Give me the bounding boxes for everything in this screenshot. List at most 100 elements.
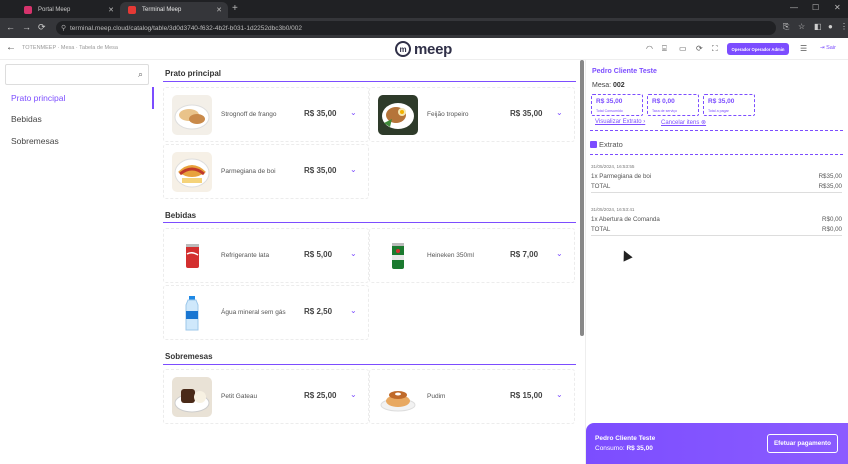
profile-icon[interactable]: ● <box>828 22 833 31</box>
breadcrumb: TOTENMEEP · Mesa · Tabela de Mesa <box>22 45 118 51</box>
cancel-items-link[interactable]: Cancelar itens ⊗ <box>661 119 706 126</box>
logo-text: meep <box>414 40 452 58</box>
view-statement-link[interactable]: Visualizar Extrato › <box>595 119 645 125</box>
tab-portal-meep[interactable]: Portal Meep ✕ <box>16 2 120 18</box>
product-name: Feijão tropeiro <box>427 111 469 118</box>
statement-title: Extrato <box>599 140 623 149</box>
product-card[interactable]: Refrigerante lata R$ 5,00 ⌄ <box>163 228 369 283</box>
product-card[interactable]: Pudim R$ 15,00 ⌄ <box>369 369 575 424</box>
search-input[interactable]: ⌕ <box>5 64 149 85</box>
fullscreen-icon[interactable]: ⛶ <box>712 44 718 54</box>
meep-logo: m meep <box>395 40 452 58</box>
chevron-down-icon[interactable]: ⌄ <box>350 249 357 258</box>
product-card[interactable]: Água mineral sem gás R$ 2,50 ⌄ <box>163 285 369 340</box>
cancel-items-label: Cancelar itens <box>661 120 700 126</box>
menu-icon[interactable]: ☰ <box>800 44 807 53</box>
product-price: R$ 35,00 <box>510 109 543 118</box>
chevron-down-icon[interactable]: ⌄ <box>556 390 563 399</box>
exit-button[interactable]: ⇥ Sair <box>820 45 836 51</box>
product-card[interactable]: Parmegiana de boi R$ 35,00 ⌄ <box>163 144 369 199</box>
entry-total-label: TOTAL <box>591 183 611 190</box>
client-name: Pedro Cliente Teste <box>592 68 657 75</box>
strognoff-image <box>172 95 212 135</box>
forward-icon[interactable]: → <box>22 22 31 32</box>
translate-icon[interactable]: ⎘ <box>783 22 789 32</box>
operator-button[interactable]: Operador Operador Admin <box>727 43 789 55</box>
menu-scrollbar[interactable] <box>580 60 584 336</box>
chrome-menu-icon[interactable]: ⋮ <box>840 22 848 31</box>
consumption-value: R$ 35,00 <box>626 445 653 452</box>
entry-total-label: TOTAL <box>591 226 611 233</box>
print-icon[interactable]: ▭ <box>679 44 687 53</box>
chevron-down-icon[interactable]: ⌄ <box>556 108 563 117</box>
section-title-prato-principal: Prato principal <box>165 69 222 78</box>
bookmark-star-icon[interactable]: ☆ <box>798 22 805 31</box>
entry-total: R$35,00 <box>818 183 842 190</box>
product-name: Heineken 350ml <box>427 252 474 259</box>
entry-item: 1x Abertura de Comanda <box>591 216 660 223</box>
summary-value: R$ 0,00 <box>652 98 675 105</box>
product-name: Petit Gateau <box>221 393 258 400</box>
summary-value: R$ 35,00 <box>708 98 735 105</box>
entry-amount: R$0,00 <box>822 216 842 223</box>
app-header: ← TOTENMEEP · Mesa · Tabela de Mesa m me… <box>0 38 848 60</box>
extensions-icon[interactable]: ◧ <box>814 22 822 31</box>
category-sidebar: ⌕ Prato principal Bebidas Sobremesas <box>0 60 157 464</box>
site-info-icon[interactable]: ⚲ <box>61 24 66 32</box>
summary-value: R$ 35,00 <box>596 98 623 105</box>
maximize-icon[interactable]: ☐ <box>812 3 819 12</box>
payment-bar: Pedro Cliente Teste Consumo: R$ 35,00 Ef… <box>586 423 848 464</box>
sidebar-item-prato-principal[interactable]: Prato principal <box>11 93 65 103</box>
sidebar-item-sobremesas[interactable]: Sobremesas <box>11 136 59 146</box>
tab-terminal-meep[interactable]: Terminal Meep ✕ <box>120 2 228 18</box>
refrigerante-image <box>172 236 212 276</box>
petit-gateau-image <box>172 377 212 417</box>
product-card[interactable]: Heineken 350ml R$ 7,00 ⌄ <box>369 228 575 283</box>
payment-client-name: Pedro Cliente Teste <box>595 435 656 442</box>
chevron-down-icon[interactable]: ⌄ <box>350 306 357 315</box>
service-fee-box: R$ 0,00 Taxa de serviço <box>647 94 699 116</box>
product-price: R$ 2,50 <box>304 307 333 316</box>
section-title-sobremesas: Sobremesas <box>165 352 213 361</box>
active-indicator <box>152 87 154 109</box>
product-card[interactable]: Petit Gateau R$ 25,00 ⌄ <box>163 369 369 424</box>
minimize-icon[interactable]: — <box>790 3 798 12</box>
table-info: Mesa: 002 <box>592 82 625 89</box>
parmegiana-image <box>172 152 212 192</box>
chevron-down-icon[interactable]: ⌄ <box>556 249 563 258</box>
summary-label: Total Consumido <box>596 109 623 113</box>
chevron-down-icon[interactable]: ⌄ <box>350 165 357 174</box>
product-price: R$ 15,00 <box>510 391 543 400</box>
close-window-icon[interactable]: ✕ <box>834 3 841 12</box>
section-divider <box>163 364 576 365</box>
entry-item: 1x Parmegiana de boi <box>591 173 652 180</box>
section-divider <box>163 222 576 223</box>
tab-label: Portal Meep <box>38 7 71 13</box>
close-tab-icon[interactable]: ✕ <box>216 6 222 14</box>
back-arrow-icon[interactable]: ← <box>6 42 16 53</box>
chevron-down-icon[interactable]: ⌄ <box>350 390 357 399</box>
statement-entry: 31/05/2024, 16:53:55 1x Parmegiana de bo… <box>591 164 842 193</box>
close-tab-icon[interactable]: ✕ <box>108 6 114 14</box>
product-name: Parmegiana de boi <box>221 168 276 175</box>
summary-label: Total a pagar <box>708 109 729 113</box>
meep-favicon-icon <box>24 6 32 14</box>
back-icon[interactable]: ← <box>6 22 15 32</box>
mesa-label: Mesa: <box>592 82 612 89</box>
order-panel: Pedro Cliente Teste Mesa: 002 R$ 35,00 T… <box>585 60 848 464</box>
product-card[interactable]: Strognoff de frango R$ 35,00 ⌄ <box>163 87 369 142</box>
entry-date: 31/05/2024, 16:53:55 <box>591 164 635 169</box>
address-bar[interactable]: ⚲ terminal.meep.cloud/catalog/table/3d0d… <box>56 21 776 35</box>
pay-button[interactable]: Efetuar pagamento <box>767 434 838 453</box>
search-icon[interactable]: ⌕ <box>138 69 143 80</box>
split-icon[interactable]: ⌸ <box>662 44 667 54</box>
product-card[interactable]: Feijão tropeiro R$ 35,00 ⌄ <box>369 87 575 142</box>
chevron-down-icon[interactable]: ⌄ <box>350 108 357 117</box>
meep-favicon-icon <box>128 6 136 14</box>
reload-icon[interactable]: ⟳ <box>38 22 46 33</box>
total-consumed-box: R$ 35,00 Total Consumido <box>591 94 643 116</box>
new-tab-icon[interactable]: + <box>232 3 238 14</box>
refresh-icon[interactable]: ⟳ <box>696 44 703 53</box>
receipt-icon <box>590 141 597 148</box>
sidebar-item-bebidas[interactable]: Bebidas <box>11 114 42 124</box>
